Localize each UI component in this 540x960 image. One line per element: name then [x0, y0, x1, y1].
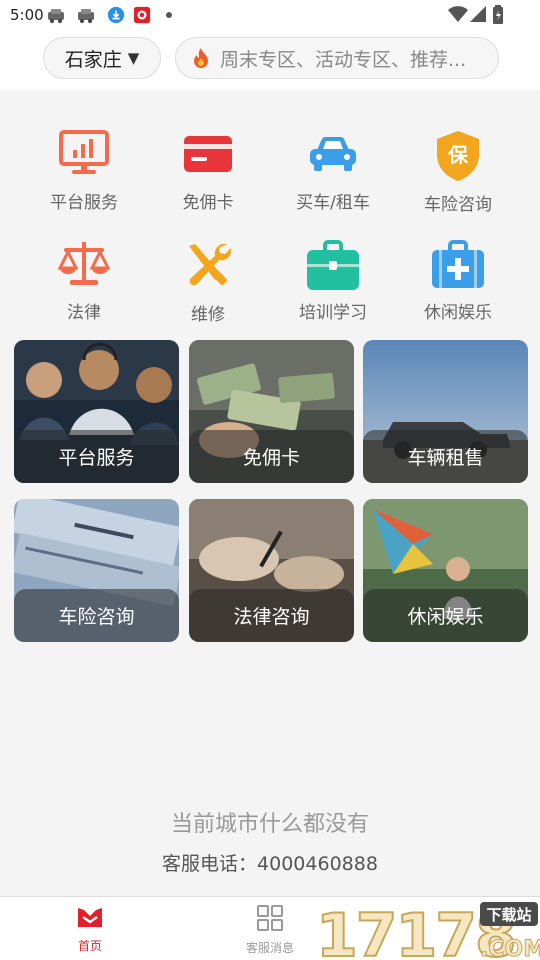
card-icon — [184, 136, 232, 172]
service-label: 培训学习 — [299, 303, 367, 323]
monitor-chart-icon — [59, 130, 109, 174]
tab-home[interactable]: 首页 — [40, 905, 140, 954]
service-label: 休闲娱乐 — [424, 303, 492, 323]
car-notification-icon — [78, 9, 94, 23]
service-car[interactable]: 买车/租车 — [268, 130, 398, 213]
home-icon — [78, 908, 102, 927]
service-leisure[interactable]: 休闲娱乐 — [393, 240, 523, 323]
status-bar: 5:00 — [0, 0, 540, 32]
wifi-icon — [448, 6, 468, 22]
card-legal-consulting[interactable]: 法律咨询 — [189, 499, 354, 642]
service-phone[interactable]: 客服电话：4000460888 — [0, 849, 540, 876]
insurance-shield-icon: 保 — [437, 131, 479, 181]
car-icon — [310, 136, 356, 171]
card-caption: 法律咨询 — [189, 589, 354, 642]
service-repair[interactable]: 维修 — [143, 240, 273, 325]
tab-label: 客服消息 — [245, 941, 294, 955]
search-placeholder: 周末专区、活动专区、推荐... — [220, 48, 467, 71]
medical-kit-icon — [432, 240, 484, 288]
top-bar: 石家庄 ▼ 周末专区、活动专区、推荐... — [0, 32, 540, 90]
service-label: 车险咨询 — [424, 195, 492, 215]
caret-down-icon: ▼ — [127, 49, 140, 67]
status-time: 5:00 — [10, 6, 44, 24]
site-watermark-logo: 17178 下载站 .COM — [316, 900, 540, 960]
service-label: 买车/租车 — [296, 193, 370, 213]
card-leisure[interactable]: 休闲娱乐 — [363, 499, 528, 642]
signal-icon — [470, 6, 486, 22]
card-vehicle-sales[interactable]: 车辆租售 — [363, 340, 528, 483]
grid-icon — [257, 905, 283, 931]
service-training[interactable]: 培训学习 — [268, 240, 398, 323]
service-law[interactable]: 法律 — [19, 240, 149, 323]
fire-icon — [194, 48, 208, 68]
service-label: 维修 — [191, 305, 225, 325]
shield-badge: 保 — [447, 143, 469, 167]
watermark-badge: 下载站 — [486, 906, 531, 924]
watermark-suffix: .COM — [480, 937, 540, 960]
card-platform-service[interactable]: 平台服务 — [14, 340, 179, 483]
tab-messages[interactable]: 客服消息 — [220, 905, 320, 956]
card-caption: 休闲娱乐 — [363, 589, 528, 642]
card-caption: 平台服务 — [14, 430, 179, 483]
service-insurance[interactable]: 保 车险咨询 — [393, 130, 523, 215]
city-name: 石家庄 — [64, 48, 122, 71]
service-label: 平台服务 — [50, 193, 118, 213]
card-caption: 车险咨询 — [14, 589, 179, 642]
service-label: 法律 — [67, 303, 101, 323]
empty-state-message: 当前城市什么都没有 — [170, 812, 369, 837]
city-selector[interactable]: 石家庄 ▼ — [43, 37, 161, 79]
card-caption: 免佣卡 — [189, 430, 354, 483]
scales-icon — [58, 242, 110, 285]
card-commission-free[interactable]: 免佣卡 — [189, 340, 354, 483]
download-notification-icon — [107, 6, 125, 24]
card-caption: 车辆租售 — [363, 430, 528, 483]
car-notification-icon — [48, 9, 64, 23]
service-card[interactable]: 免佣卡 — [143, 130, 273, 213]
more-notifications-dot — [166, 12, 172, 18]
card-car-insurance[interactable]: 车险咨询 — [14, 499, 179, 642]
service-platform[interactable]: 平台服务 — [19, 130, 149, 213]
search-bar[interactable]: 周末专区、活动专区、推荐... — [175, 37, 499, 79]
repair-tools-icon — [189, 243, 232, 286]
briefcase-icon — [307, 240, 359, 290]
tab-label: 首页 — [77, 939, 102, 953]
app-notification-icon — [133, 6, 151, 24]
battery-icon — [493, 5, 503, 24]
service-label: 免佣卡 — [182, 193, 234, 213]
